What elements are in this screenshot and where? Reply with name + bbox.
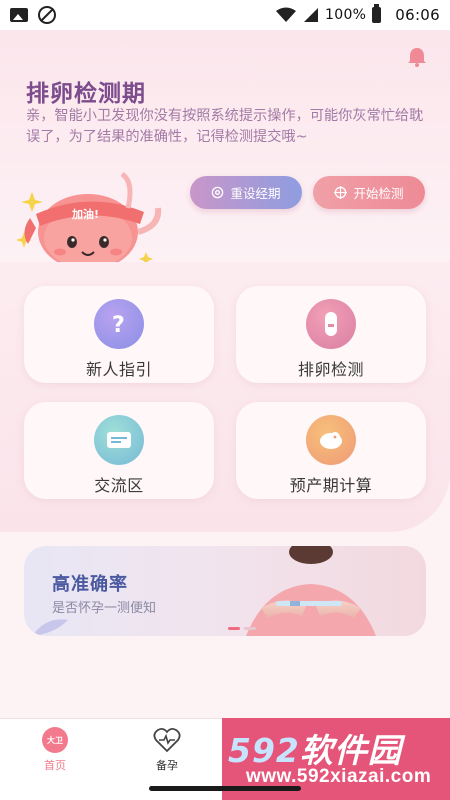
start-test-button[interactable]: 开始检测 bbox=[313, 176, 425, 209]
chat-icon bbox=[94, 415, 144, 465]
clock: 06:06 bbox=[395, 6, 440, 24]
card-due-date[interactable]: 预产期计算 bbox=[236, 402, 426, 499]
watermark-number: 592 bbox=[228, 731, 300, 770]
notice-text: 亲，智能小卫发现你没有按照系统提示操作，可能你灰常忙给耽误了，为了结果的准确性，… bbox=[26, 108, 424, 145]
home-indicator[interactable] bbox=[149, 786, 301, 791]
watermark-text: 软件园 bbox=[299, 731, 402, 770]
image-icon bbox=[10, 8, 28, 22]
heart-pulse-icon bbox=[153, 727, 181, 753]
battery-percent: 100% bbox=[325, 7, 367, 23]
card-community[interactable]: 交流区 bbox=[24, 402, 214, 499]
question-icon: ? bbox=[94, 299, 144, 349]
card-label: 排卵检测 bbox=[297, 360, 364, 379]
banner-subtitle: 是否怀孕一测便知 bbox=[52, 601, 157, 616]
reset-icon bbox=[212, 186, 224, 199]
nav-home[interactable]: 大卫 首页 bbox=[20, 727, 90, 773]
promo-banner[interactable]: 高准确率 是否怀孕一测便知 bbox=[24, 546, 426, 636]
wifi-icon bbox=[276, 7, 297, 22]
test-strip-icon bbox=[306, 299, 356, 349]
signal-icon bbox=[304, 8, 319, 22]
baby-icon bbox=[306, 415, 356, 465]
status-bar: 100% 06:06 bbox=[0, 0, 450, 30]
card-newbie-guide[interactable]: ? 新人指引 bbox=[24, 286, 214, 383]
carousel-indicator bbox=[228, 627, 256, 630]
blocked-icon bbox=[38, 6, 56, 24]
card-label: 交流区 bbox=[94, 476, 144, 495]
target-icon bbox=[334, 186, 348, 199]
mascot-badge: 加油! bbox=[71, 207, 99, 221]
banner-illustration bbox=[246, 546, 376, 636]
watermark-url: www.592xiazai.com bbox=[246, 766, 432, 787]
nav-label: 备孕 bbox=[156, 759, 178, 772]
reset-period-label: 重设经期 bbox=[230, 186, 281, 201]
reset-period-button[interactable]: 重设经期 bbox=[190, 176, 302, 209]
watermark-brand: 592软件园 bbox=[228, 724, 402, 772]
carousel-dot[interactable] bbox=[244, 627, 256, 630]
status-left bbox=[10, 6, 56, 24]
bell-icon[interactable] bbox=[406, 46, 428, 68]
banner-title: 高准确率 bbox=[52, 574, 128, 595]
nav-label: 首页 bbox=[44, 759, 66, 772]
home-icon: 大卫 bbox=[42, 727, 68, 753]
card-ovulation-test[interactable]: 排卵检测 bbox=[236, 286, 426, 383]
status-right: 100% 06:06 bbox=[275, 4, 440, 24]
svg-text:?: ? bbox=[112, 313, 125, 338]
page-title: 排卵检测期 bbox=[26, 81, 146, 107]
battery-icon bbox=[372, 4, 382, 23]
carousel-dot[interactable] bbox=[228, 627, 240, 630]
card-label: 预产期计算 bbox=[289, 476, 373, 495]
nav-prepare[interactable]: 备孕 bbox=[132, 727, 202, 773]
start-test-label: 开始检测 bbox=[353, 186, 404, 201]
card-label: 新人指引 bbox=[85, 360, 152, 379]
